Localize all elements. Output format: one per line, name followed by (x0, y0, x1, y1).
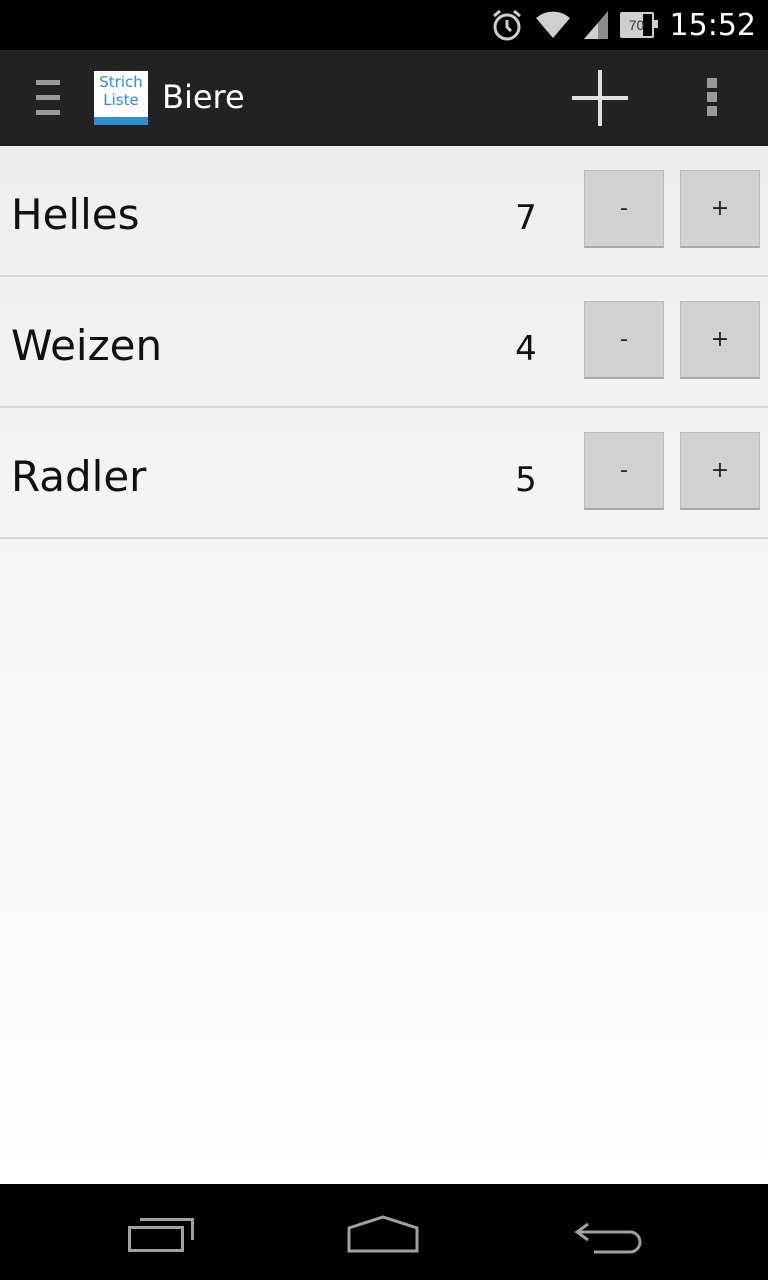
battery-icon: 70 (619, 12, 658, 38)
action-bar: Strich Liste Biere (0, 50, 768, 146)
list-item: Weizen 4 - + (0, 277, 768, 408)
alarm-icon (492, 9, 521, 41)
increment-button[interactable]: + (680, 432, 760, 510)
increment-button[interactable]: + (680, 170, 760, 248)
back-icon[interactable] (574, 1218, 642, 1254)
logo-line2: Liste (103, 91, 139, 109)
item-count: 5 (515, 460, 537, 500)
page-title: Biere (162, 78, 245, 116)
item-name: Helles (11, 190, 140, 239)
navigation-bar (0, 1184, 768, 1280)
decrement-button[interactable]: - (584, 432, 664, 510)
battery-level: 70 (628, 17, 645, 33)
item-count: 4 (515, 329, 537, 369)
logo-line1: Strich (99, 73, 143, 91)
status-icons: 70 15:52 (490, 0, 756, 50)
app-logo[interactable]: Strich Liste (94, 71, 148, 125)
home-icon[interactable] (346, 1214, 420, 1254)
decrement-button[interactable]: - (584, 301, 664, 379)
wifi-icon (535, 11, 570, 38)
item-list: Helles 7 - + Weizen 4 - + Radler 5 - + (0, 146, 768, 1184)
item-name: Radler (11, 452, 147, 501)
recent-apps-icon[interactable] (128, 1218, 194, 1252)
list-item: Radler 5 - + (0, 408, 768, 539)
decrement-button[interactable]: - (584, 170, 664, 248)
increment-button[interactable]: + (680, 301, 760, 379)
signal-icon (583, 11, 608, 39)
status-time: 15:52 (669, 7, 756, 43)
list-item: Helles 7 - + (0, 146, 768, 277)
overflow-menu-icon[interactable] (700, 78, 724, 120)
item-count: 7 (515, 198, 537, 238)
add-icon[interactable] (572, 70, 628, 126)
item-name: Weizen (11, 321, 163, 370)
status-bar: 70 15:52 (0, 0, 768, 50)
drawer-icon[interactable] (36, 80, 60, 116)
